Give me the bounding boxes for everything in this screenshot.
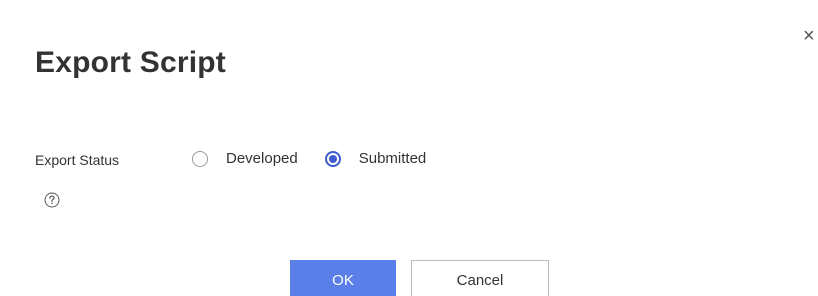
radio-submitted[interactable]: Submitted: [324, 150, 427, 167]
radio-submitted-circle[interactable]: [324, 150, 341, 167]
cancel-button[interactable]: Cancel: [411, 260, 549, 296]
question-circle-icon[interactable]: [44, 192, 60, 208]
export-status-radio-group: Developed Submitted: [192, 150, 426, 167]
dialog-footer: OK Cancel: [290, 260, 549, 296]
close-icon[interactable]: ×: [803, 26, 815, 46]
radio-developed-label: Developed: [226, 150, 298, 167]
radio-developed-circle[interactable]: [192, 150, 208, 167]
ok-button[interactable]: OK: [290, 260, 396, 296]
dialog-title: Export Script: [35, 46, 226, 79]
export-status-label: Export Status: [35, 152, 120, 168]
export-script-dialog: × Export Script Export Status Developed …: [0, 0, 818, 296]
radio-developed[interactable]: Developed: [192, 150, 298, 167]
radio-submitted-label: Submitted: [358, 150, 427, 167]
